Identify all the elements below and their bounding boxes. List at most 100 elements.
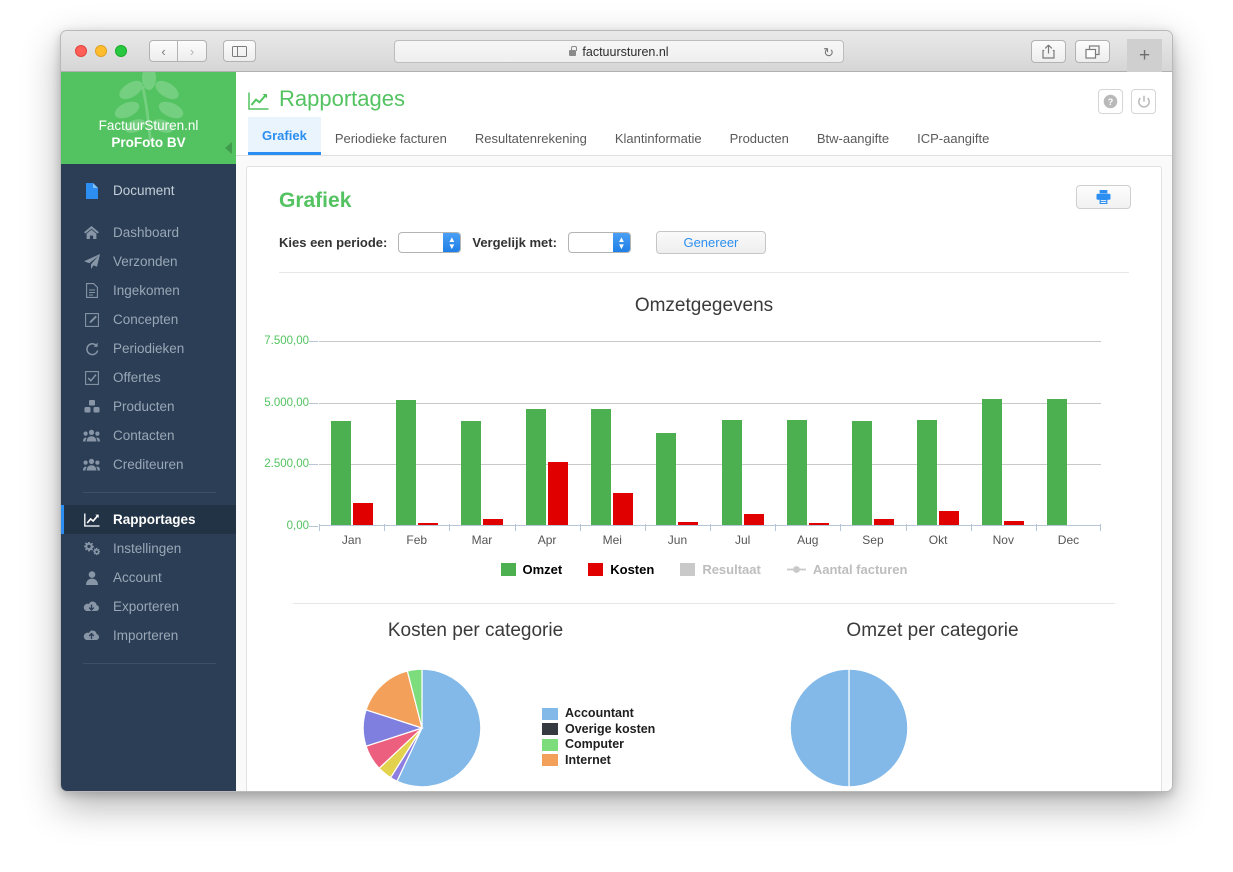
x-tick-label: Mei bbox=[602, 533, 622, 547]
bar-omzet[interactable] bbox=[526, 409, 547, 525]
x-axis-labels: Jan Feb Mar Apr Mei Jun Jul Aug Sep Okt Nov Dec bbox=[319, 533, 1101, 547]
new-tab-button[interactable]: + bbox=[1127, 39, 1162, 72]
cloud-download-icon bbox=[83, 600, 100, 613]
x-tick-label: Mar bbox=[471, 533, 493, 547]
bar-kosten[interactable] bbox=[1004, 520, 1025, 525]
bar-kosten[interactable] bbox=[548, 462, 569, 525]
sidebar-item-crediteuren[interactable]: Crediteuren bbox=[61, 450, 236, 479]
compare-select[interactable]: ▲ ▼ bbox=[567, 232, 631, 253]
bar-groups bbox=[319, 341, 1102, 531]
back-button[interactable]: ‹ bbox=[149, 40, 178, 62]
sidebar-item-label: Instellingen bbox=[113, 541, 182, 556]
bar-kosten[interactable] bbox=[613, 492, 634, 525]
pie-slice[interactable] bbox=[789, 668, 850, 788]
legend-label: Kosten bbox=[610, 562, 655, 577]
close-window-button[interactable] bbox=[75, 45, 87, 57]
sidebar-item-exporteren[interactable]: Exporteren bbox=[61, 592, 236, 621]
sidebar-item-contacten[interactable]: Contacten bbox=[61, 421, 236, 450]
edit-icon bbox=[83, 312, 100, 327]
bar-chart-title: Omzetgegevens bbox=[634, 295, 774, 316]
forward-button[interactable]: › bbox=[178, 40, 207, 62]
legend-swatch bbox=[500, 563, 516, 576]
bar-omzet[interactable] bbox=[786, 420, 807, 525]
sidebar-divider bbox=[83, 492, 216, 493]
bar-kosten[interactable] bbox=[352, 502, 373, 525]
sidebar-item-label: Exporteren bbox=[113, 599, 180, 614]
bar-omzet[interactable] bbox=[330, 421, 351, 525]
sidebar-icon bbox=[232, 45, 247, 57]
sidebar-item-account[interactable]: Account bbox=[61, 563, 236, 592]
sidebar-item-label: Crediteuren bbox=[113, 457, 184, 472]
legend-item-omzet[interactable]: Omzet bbox=[500, 562, 562, 577]
pie-legend-item[interactable]: Overige kosten bbox=[542, 722, 655, 738]
bar-kosten[interactable] bbox=[417, 522, 438, 525]
sidebar-item-document[interactable]: Document bbox=[61, 176, 236, 205]
print-button[interactable] bbox=[1076, 185, 1131, 209]
page-title-text: Rapportages bbox=[279, 86, 405, 111]
generate-button[interactable]: Genereer bbox=[655, 231, 766, 254]
sidebar-item-offertes[interactable]: Offertes bbox=[61, 363, 236, 392]
sidebar-item-importeren[interactable]: Importeren bbox=[61, 621, 236, 650]
bar-omzet[interactable] bbox=[917, 420, 938, 525]
brand-block[interactable]: FactuurSturen.nl ProFoto BV bbox=[61, 72, 236, 164]
bar-kosten[interactable] bbox=[482, 518, 503, 525]
y-tick-mark bbox=[309, 341, 318, 342]
pie-slice[interactable] bbox=[848, 668, 909, 788]
report-panel: Grafiek Kies een periode: ▲ ▼ Vergelijk … bbox=[246, 166, 1162, 791]
tab-producten[interactable]: Producten bbox=[716, 120, 803, 155]
legend-item-kosten[interactable]: Kosten bbox=[588, 562, 654, 577]
sidebar-collapse-icon[interactable] bbox=[225, 142, 232, 154]
sidebar-item-producten[interactable]: Producten bbox=[61, 392, 236, 421]
bar-omzet[interactable] bbox=[656, 432, 677, 525]
sidebar-toggle-button[interactable] bbox=[223, 40, 256, 62]
sidebar-item-dashboard[interactable]: Dashboard bbox=[61, 218, 236, 247]
check-square-icon bbox=[83, 370, 100, 385]
pie-legend-item[interactable]: Internet bbox=[542, 753, 655, 769]
tab-klantinformatie[interactable]: Klantinformatie bbox=[601, 120, 716, 155]
bar-kosten[interactable] bbox=[939, 511, 960, 525]
sidebar-item-ingekomen[interactable]: Ingekomen bbox=[61, 276, 236, 305]
bar-kosten[interactable] bbox=[743, 513, 764, 525]
bar-omzet[interactable] bbox=[395, 400, 416, 525]
sidebar-item-rapportages[interactable]: Rapportages bbox=[61, 505, 236, 534]
bar-omzet[interactable] bbox=[982, 399, 1003, 525]
sidebar-item-verzonden[interactable]: Verzonden bbox=[61, 247, 236, 276]
sidebar-item-instellingen[interactable]: Instellingen bbox=[61, 534, 236, 563]
users-icon bbox=[83, 458, 100, 471]
bar-kosten[interactable] bbox=[678, 522, 699, 525]
legend-item-aantal-facturen[interactable]: Aantal facturen bbox=[786, 562, 907, 577]
period-select[interactable]: ▲ ▼ bbox=[398, 232, 462, 253]
bar-omzet[interactable] bbox=[721, 420, 742, 525]
pies-divider bbox=[293, 603, 1115, 604]
browser-window: ‹ › factuursturen.nl ↻ + FactuurSturen.n… bbox=[60, 30, 1173, 792]
tab-icp-aangifte[interactable]: ICP-aangifte bbox=[903, 120, 1003, 155]
share-icon bbox=[1042, 44, 1055, 59]
reload-icon[interactable]: ↻ bbox=[823, 45, 834, 61]
minimize-window-button[interactable] bbox=[95, 45, 107, 57]
bar-omzet[interactable] bbox=[1047, 399, 1068, 525]
panel-header: Grafiek bbox=[247, 167, 1161, 213]
bar-kosten[interactable] bbox=[808, 523, 829, 525]
show-tabs-button[interactable] bbox=[1075, 40, 1110, 63]
pie-legend-item[interactable]: Computer bbox=[542, 737, 655, 753]
bar-omzet[interactable] bbox=[591, 409, 612, 525]
share-button[interactable] bbox=[1031, 40, 1066, 63]
bar-group bbox=[319, 341, 384, 531]
pie-legend-item[interactable]: Accountant bbox=[542, 706, 655, 722]
tab-periodieke-facturen[interactable]: Periodieke facturen bbox=[321, 120, 461, 155]
sidebar-item-label: Importeren bbox=[113, 628, 179, 643]
legend-item-resultaat[interactable]: Resultaat bbox=[680, 562, 761, 577]
tab-resultatenrekening[interactable]: Resultatenrekening bbox=[461, 120, 601, 155]
help-button[interactable]: ? bbox=[1098, 89, 1123, 114]
address-bar[interactable]: factuursturen.nl ↻ bbox=[394, 40, 844, 63]
bar-kosten[interactable] bbox=[873, 519, 894, 525]
maximize-window-button[interactable] bbox=[115, 45, 127, 57]
tab-grafiek[interactable]: Grafiek bbox=[248, 117, 321, 155]
tab-btw-aangifte[interactable]: Btw-aangifte bbox=[803, 120, 903, 155]
bar-omzet[interactable] bbox=[460, 421, 481, 525]
sidebar-divider-bottom bbox=[83, 663, 216, 664]
logout-button[interactable] bbox=[1131, 89, 1156, 114]
bar-omzet[interactable] bbox=[851, 421, 872, 525]
sidebar-item-concepten[interactable]: Concepten bbox=[61, 305, 236, 334]
sidebar-item-periodieken[interactable]: Periodieken bbox=[61, 334, 236, 363]
